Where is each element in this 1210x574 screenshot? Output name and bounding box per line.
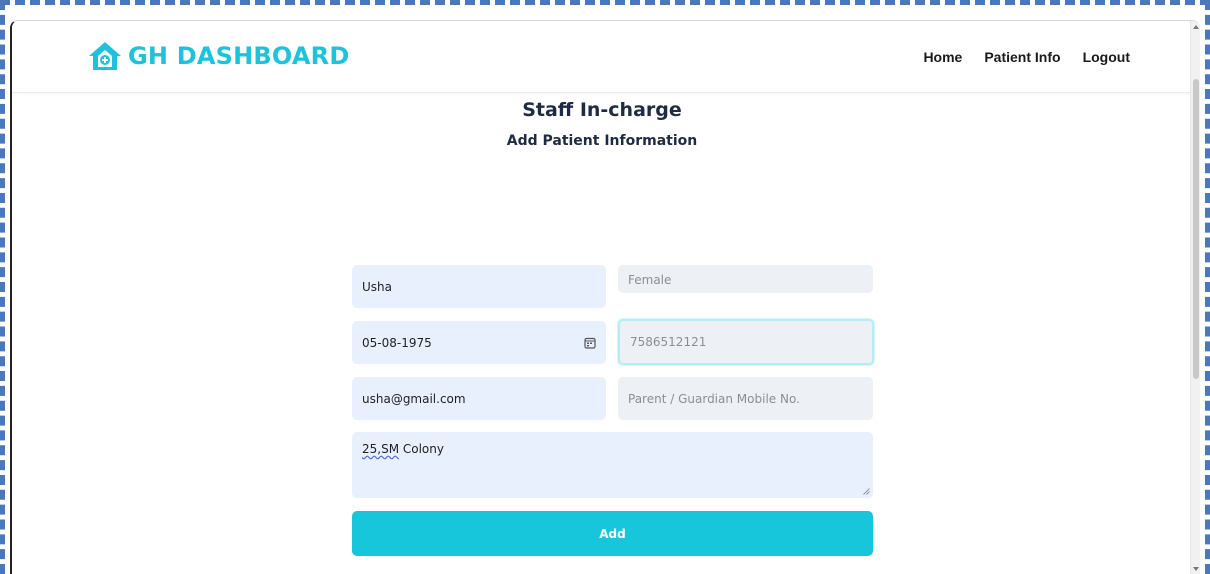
- browser-window: GH DASHBOARD Home Patient Info Logout St…: [10, 20, 1200, 574]
- scrollbar-thumb[interactable]: [1193, 79, 1199, 379]
- gender-placeholder: Female: [628, 273, 672, 287]
- dob-input[interactable]: 05-08-1975: [352, 321, 606, 364]
- gender-input[interactable]: Female: [618, 265, 873, 293]
- address-value-rest: Colony: [399, 442, 444, 456]
- email-value: usha@gmail.com: [362, 391, 466, 406]
- nav-home-link[interactable]: Home: [923, 49, 962, 65]
- spellcheck-underlined-text: 25,SM: [362, 442, 400, 456]
- page-subtitle: Add Patient Information: [506, 133, 698, 149]
- nav-patient-info-link[interactable]: Patient Info: [984, 49, 1060, 65]
- vertical-scrollbar[interactable]: [1190, 21, 1200, 574]
- patient-name-input[interactable]: Usha: [352, 265, 606, 308]
- scroll-down-icon[interactable]: [1193, 567, 1199, 571]
- home-plus-icon: [89, 42, 121, 70]
- address-textarea[interactable]: 25,SM Colony: [352, 432, 873, 498]
- calendar-icon[interactable]: [584, 337, 596, 349]
- mobile-placeholder: 7586512121: [630, 335, 707, 349]
- address-value: 25,SM Colony: [362, 442, 444, 456]
- dob-value: 05-08-1975: [362, 335, 432, 350]
- guardian-mobile-input[interactable]: Parent / Guardian Mobile No.: [618, 377, 873, 420]
- mobile-input[interactable]: 7586512121: [618, 319, 874, 365]
- nav-links: Home Patient Info Logout: [923, 49, 1130, 65]
- resize-handle-icon[interactable]: [863, 488, 870, 495]
- brand-logo[interactable]: GH DASHBOARD: [88, 41, 349, 71]
- patient-name-value: Usha: [362, 279, 392, 294]
- nav-logout-link[interactable]: Logout: [1083, 49, 1130, 65]
- page-title: Staff In-charge: [522, 99, 682, 121]
- navbar: GH DASHBOARD Home Patient Info Logout: [12, 21, 1192, 93]
- email-input[interactable]: usha@gmail.com: [352, 377, 606, 420]
- add-patient-button[interactable]: Add: [352, 511, 873, 556]
- scroll-up-icon[interactable]: [1193, 25, 1199, 29]
- guardian-mobile-placeholder: Parent / Guardian Mobile No.: [628, 391, 800, 406]
- brand-name: GH DASHBOARD: [128, 42, 350, 70]
